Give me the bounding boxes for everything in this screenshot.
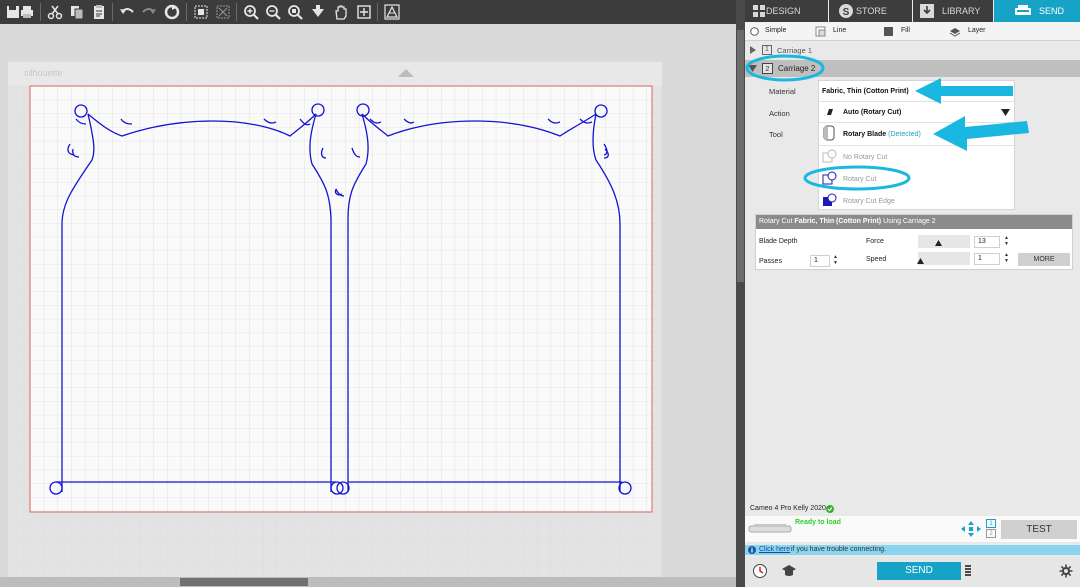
annotation-overlay — [745, 54, 1029, 191]
refresh-icon[interactable] — [163, 3, 181, 21]
force-label: Force — [866, 238, 884, 245]
cutter-machine-icon — [748, 524, 792, 533]
highlight-ellipse — [803, 165, 911, 191]
horizontal-scroll-thumb[interactable] — [180, 578, 308, 586]
highlight-ellipse — [745, 54, 825, 82]
cut-settings-panel: Rotary Cut Fabric, Thin (Cotton Print) U… — [755, 214, 1073, 270]
speed-label: Speed — [866, 256, 887, 263]
passes-input[interactable]: 1 — [810, 255, 830, 267]
help-link[interactable]: Click here — [759, 546, 790, 553]
passes-label: Passes — [759, 258, 782, 265]
pan-down-icon[interactable] — [309, 3, 327, 21]
settings-header-material: Fabric, Thin (Cotton Print) — [794, 218, 882, 225]
test-button[interactable]: TEST — [1001, 520, 1077, 539]
ungroup-icon[interactable] — [214, 3, 232, 21]
device-row: Cameo 4 Pro Kelly 2020 — [745, 503, 1080, 515]
send-panel: DESIGN S STORE LIBRARY SEND Simple Line … — [745, 0, 1080, 587]
device-status-bar: Ready to load 1 2 TEST — [745, 516, 1080, 542]
annotation-arrow-icon — [933, 116, 1029, 151]
help-text: if you have trouble connecting. — [791, 546, 886, 553]
info-icon — [748, 546, 756, 554]
copy-icon[interactable] — [68, 3, 86, 21]
zoom-out-icon[interactable] — [264, 3, 282, 21]
silhouette-watermark: silhouette — [24, 68, 63, 78]
undo-icon[interactable] — [118, 3, 136, 21]
paste-icon[interactable] — [90, 3, 108, 21]
zoom-select-icon[interactable] — [286, 3, 304, 21]
device-name: Cameo 4 Pro Kelly 2020 — [750, 505, 826, 512]
gear-icon[interactable] — [1059, 564, 1073, 578]
move-arrows-icon[interactable] — [960, 520, 982, 538]
settings-header-prefix: Rotary Cut — [759, 218, 793, 225]
device-status: Ready to load — [795, 519, 841, 526]
send-button[interactable]: SEND — [877, 562, 961, 580]
trace-icon[interactable] — [383, 3, 401, 21]
check-icon — [826, 505, 834, 513]
send-history-icon[interactable] — [752, 563, 768, 579]
blade-depth-label: Blade Depth — [759, 238, 798, 245]
more-button[interactable]: MORE — [1018, 253, 1070, 266]
main-toolbar — [0, 0, 736, 24]
force-input[interactable]: 13 — [974, 236, 1000, 248]
hand-icon[interactable] — [332, 3, 350, 21]
horizontal-scrollbar[interactable] — [0, 577, 736, 587]
force-spin-down-icon[interactable]: ▼ — [1004, 242, 1009, 247]
print-icon[interactable] — [18, 3, 36, 21]
speed-input[interactable]: 1 — [974, 253, 1000, 265]
settings-header-suffix: Using Carriage 2 — [883, 218, 936, 225]
canvas-svg — [8, 62, 736, 582]
cut-icon[interactable] — [46, 3, 64, 21]
passes-value: 1 — [814, 257, 818, 264]
settings-header: Rotary Cut Fabric, Thin (Cotton Print) U… — [756, 215, 1072, 229]
annotation-arrow-icon — [915, 78, 1013, 104]
carriage-2-toggle[interactable]: 2 — [986, 529, 996, 538]
bottom-bar: SEND — [745, 557, 1080, 587]
group-icon[interactable] — [192, 3, 210, 21]
zoom-in-icon[interactable] — [242, 3, 260, 21]
fit-icon[interactable] — [355, 3, 373, 21]
force-value: 13 — [978, 238, 986, 245]
design-canvas[interactable]: silhouette — [0, 24, 736, 587]
force-slider[interactable] — [918, 235, 970, 248]
slider-thumb-icon[interactable] — [917, 258, 924, 264]
carriage-1-toggle[interactable]: 1 — [986, 519, 996, 528]
job-list-icon[interactable] — [964, 564, 972, 578]
speed-slider[interactable] — [917, 252, 970, 265]
speed-value: 1 — [978, 255, 982, 262]
vertical-scrollbar[interactable] — [736, 0, 745, 587]
passes-spin-down-icon[interactable]: ▼ — [833, 261, 838, 266]
speed-spin-down-icon[interactable]: ▼ — [1004, 259, 1009, 264]
vertical-scroll-thumb[interactable] — [737, 30, 744, 282]
graduation-cap-icon[interactable] — [781, 564, 797, 578]
redo-icon[interactable] — [140, 3, 158, 21]
help-bar: Click here if you have trouble connectin… — [745, 545, 1080, 555]
slider-thumb-icon[interactable] — [935, 240, 942, 246]
